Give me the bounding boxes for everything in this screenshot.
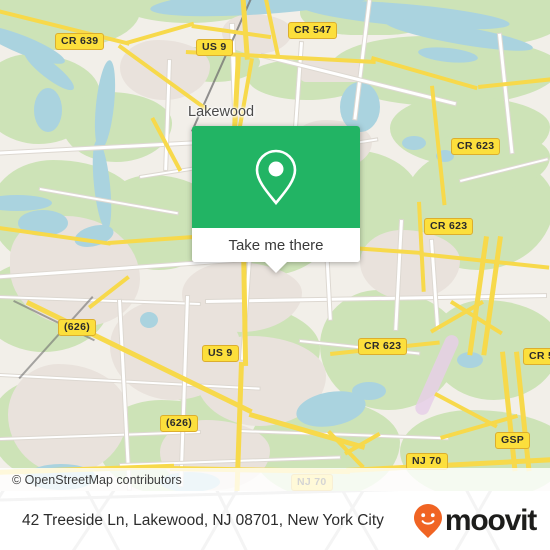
take-me-there-label: Take me there [228,236,324,254]
road-shield[interactable]: US 9 [202,345,239,362]
road-shield[interactable]: CR 623 [424,218,474,235]
address-text: 42 Treeside Ln, Lakewood, NJ 08701, New … [22,511,384,529]
road-shield[interactable]: CR 623 [358,338,408,355]
callout-tail [265,262,287,273]
moovit-wordmark: moovit [444,503,537,537]
map-attribution-bar: © OpenStreetMap contributors [0,468,550,491]
road-shield[interactable]: CR 547 [288,22,338,39]
road-shield[interactable]: US 9 [196,39,233,56]
take-me-there-button[interactable]: Take me there [192,228,360,262]
road-shield[interactable]: (626) [160,415,199,432]
place-label-lakewood: Lakewood [188,104,255,120]
road-shield[interactable]: (626) [58,319,97,336]
road-shield[interactable]: CR 5 [523,348,550,365]
footer-bar: 42 Treeside Ln, Lakewood, NJ 08701, New … [0,491,550,550]
location-callout[interactable]: Take me there [192,126,360,273]
road-shield[interactable]: CR 623 [451,138,501,155]
map-screenshot: Lakewood CR 639 US 9 CR 547 CR 623 CR 62… [0,0,550,550]
osm-attribution-text[interactable]: © OpenStreetMap contributors [0,473,182,487]
callout-image-area [192,126,360,228]
moovit-smiley-pin-icon [413,503,442,538]
road-shield[interactable]: GSP [495,432,531,449]
callout-body: Take me there [192,126,360,262]
moovit-logo[interactable]: moovit [413,503,537,539]
road-shield[interactable]: CR 639 [55,33,105,50]
map-pin-icon [255,149,297,206]
map-canvas[interactable]: Lakewood CR 639 US 9 CR 547 CR 623 CR 62… [0,0,550,491]
